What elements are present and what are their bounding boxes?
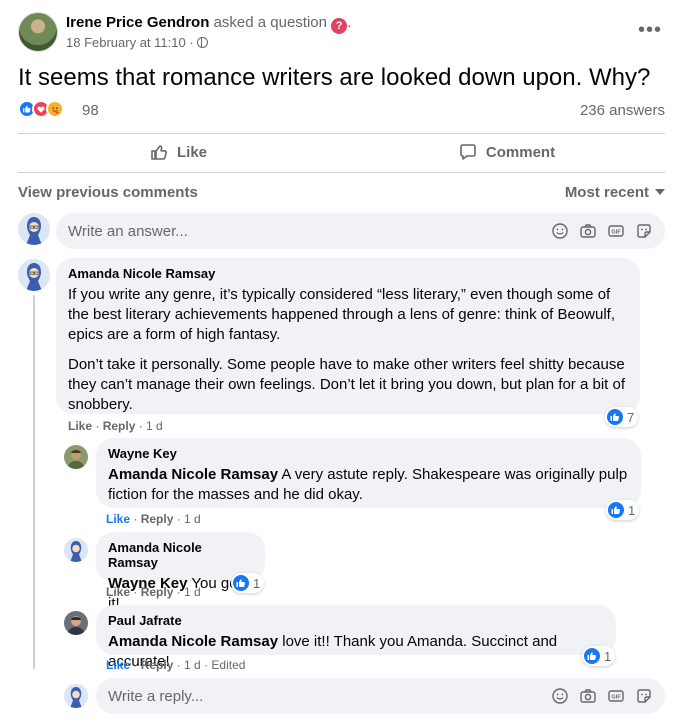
- reply-actions: Like · Reply · 1 d: [106, 512, 201, 526]
- like-link[interactable]: Like: [68, 419, 92, 433]
- like-button[interactable]: Like: [18, 134, 338, 170]
- camera-icon[interactable]: [579, 687, 597, 705]
- comment-text: If you write any genre, it’s typically c…: [68, 285, 628, 415]
- reply-actions: Like · Reply · 1 d · Edited: [106, 658, 246, 672]
- reply-input-placeholder: Write a reply...: [108, 687, 204, 705]
- tagged-user[interactable]: Amanda Nicole Ramsay: [108, 466, 278, 483]
- reaction-count[interactable]: 98: [82, 102, 99, 119]
- reply-time[interactable]: 1 d: [184, 658, 201, 672]
- view-previous-comments[interactable]: View previous comments: [18, 184, 198, 201]
- like-reaction-icon: [607, 409, 623, 425]
- reply-avatar[interactable]: [64, 445, 88, 469]
- reply-author[interactable]: Paul Jafrate: [108, 613, 604, 628]
- answers-count[interactable]: 236 answers: [580, 102, 665, 119]
- comment-bubble: Amanda Nicole Ramsay If you write any ge…: [56, 258, 640, 414]
- commenter-avatar[interactable]: [18, 259, 50, 291]
- post-author-name[interactable]: Irene Price Gendron: [66, 14, 209, 31]
- current-user-avatar[interactable]: [18, 213, 50, 245]
- comment-paragraph: If you write any genre, it’s typically c…: [68, 286, 616, 343]
- like-reaction-icon: [608, 502, 624, 518]
- current-user-avatar[interactable]: [64, 684, 88, 708]
- reply-input[interactable]: Write a reply... GIF: [96, 678, 665, 714]
- emoji-icon[interactable]: [551, 222, 569, 240]
- post-action: asked a question: [213, 14, 327, 31]
- thumbs-up-icon: [151, 145, 167, 160]
- care-reaction-icon: [46, 100, 64, 118]
- edited-label: Edited: [211, 658, 246, 672]
- gif-icon[interactable]: GIF: [607, 687, 625, 705]
- reply-author[interactable]: Amanda Nicole Ramsay: [108, 540, 253, 570]
- comment-icon: [460, 144, 476, 160]
- gif-icon[interactable]: GIF: [607, 222, 625, 240]
- sticker-icon[interactable]: [635, 222, 653, 240]
- input-icons: GIF: [551, 687, 653, 705]
- reply-like-count[interactable]: 1: [582, 646, 616, 666]
- comment-actions: Like · Reply · 1 d: [68, 419, 163, 433]
- thread-line: [33, 295, 35, 669]
- reactions-summary[interactable]: [18, 100, 78, 120]
- sort-dropdown[interactable]: Most recent: [565, 184, 665, 201]
- post-meta: 18 February at 11:10 ·: [66, 35, 209, 50]
- emoji-icon[interactable]: [551, 687, 569, 705]
- comment-button[interactable]: Comment: [348, 134, 665, 170]
- reply-time[interactable]: 1 d: [184, 512, 201, 526]
- reply-bubble: Wayne Key Amanda Nicole Ramsay A very as…: [96, 438, 641, 508]
- reply-avatar[interactable]: [64, 538, 88, 562]
- question-icon: ?: [331, 18, 348, 34]
- comment-time[interactable]: 1 d: [146, 419, 163, 433]
- comment-paragraph: Don’t take it personally. Some people ha…: [68, 356, 625, 413]
- comment-author[interactable]: Amanda Nicole Ramsay: [68, 266, 628, 281]
- post-header-line: Irene Price Gendron asked a question ?.: [66, 14, 352, 34]
- input-icons: GIF: [551, 222, 653, 240]
- svg-text:GIF: GIF: [611, 695, 621, 701]
- more-options-icon[interactable]: •••: [638, 20, 662, 40]
- post-date[interactable]: 18 February at 11:10: [66, 35, 186, 50]
- reply-link[interactable]: Reply: [141, 512, 174, 526]
- author-avatar[interactable]: [18, 12, 58, 52]
- reply-like-count[interactable]: 1: [231, 573, 265, 593]
- question-title: It seems that romance writers are looked…: [18, 64, 651, 91]
- reply-author[interactable]: Wayne Key: [108, 446, 629, 461]
- camera-icon[interactable]: [579, 222, 597, 240]
- tagged-user[interactable]: Amanda Nicole Ramsay: [108, 633, 278, 650]
- like-link[interactable]: Like: [106, 585, 130, 599]
- like-reaction-icon: [233, 575, 249, 591]
- reply-time[interactable]: 1 d: [184, 585, 201, 599]
- answer-input-placeholder: Write an answer...: [68, 222, 188, 240]
- reply-text: Amanda Nicole Ramsay A very astute reply…: [108, 466, 628, 503]
- reply-like-count[interactable]: 1: [606, 500, 640, 520]
- reply-bubble: Paul Jafrate Amanda Nicole Ramsay love i…: [96, 605, 616, 670]
- like-reaction-icon: [584, 648, 600, 664]
- svg-text:GIF: GIF: [611, 230, 621, 236]
- like-link[interactable]: Like: [106, 658, 130, 672]
- reply-link[interactable]: Reply: [103, 419, 136, 433]
- divider: [18, 172, 665, 173]
- comment-like-count[interactable]: 7: [605, 407, 639, 427]
- reply-link[interactable]: Reply: [141, 658, 174, 672]
- like-link[interactable]: Like: [106, 512, 130, 526]
- sticker-icon[interactable]: [635, 687, 653, 705]
- caret-down-icon: [655, 189, 665, 195]
- answer-input[interactable]: Write an answer... GIF: [56, 213, 665, 249]
- globe-icon: [197, 37, 209, 48]
- reply-link[interactable]: Reply: [141, 585, 174, 599]
- reply-actions: Like · Reply · 1 d: [106, 585, 201, 599]
- reply-avatar[interactable]: [64, 611, 88, 635]
